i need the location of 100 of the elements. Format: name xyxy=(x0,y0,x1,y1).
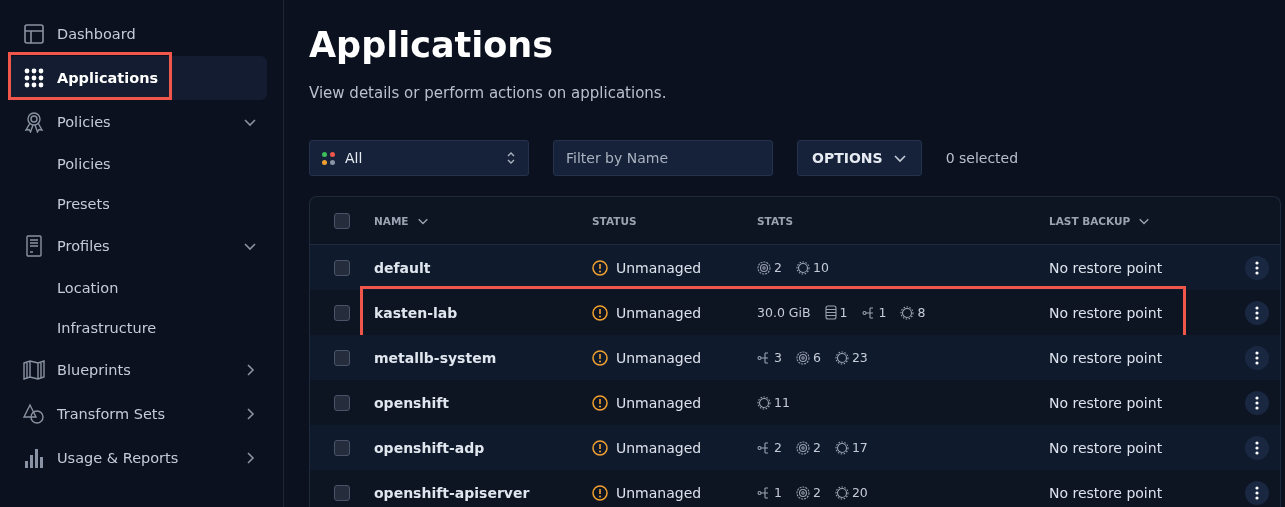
selection-count: 0 selected xyxy=(945,150,1019,166)
stat-count: 2 xyxy=(774,260,782,275)
column-header: STATS xyxy=(757,214,793,227)
stat-count: 10 xyxy=(812,260,829,275)
database-icon xyxy=(824,305,837,320)
more-menu-button[interactable] xyxy=(1245,300,1269,325)
tree-icon xyxy=(757,485,771,500)
status-text: Unmanaged xyxy=(616,484,702,501)
row-checkbox[interactable] xyxy=(334,349,350,366)
disk-icon xyxy=(795,440,810,455)
app-name[interactable]: openshift-apiserver xyxy=(374,485,530,501)
last-backup: No restore point xyxy=(1049,394,1164,411)
row-checkbox[interactable] xyxy=(334,259,350,276)
row-checkbox[interactable] xyxy=(334,394,350,411)
app-name[interactable]: openshift xyxy=(374,395,449,411)
more-menu-button[interactable] xyxy=(1245,480,1269,505)
warning-icon xyxy=(592,484,608,501)
dot-grid-icon xyxy=(22,67,46,89)
bar-chart-icon xyxy=(22,447,46,469)
name-filter-field[interactable]: Filter by Name xyxy=(553,140,773,176)
filter-dropdown[interactable]: All xyxy=(309,140,529,176)
layout-icon xyxy=(22,23,46,45)
page-subtitle: View details or perform actions on applications. xyxy=(309,84,668,102)
options-button[interactable]: OPTIONS xyxy=(797,140,922,176)
stat-count: 2 xyxy=(774,440,782,455)
stat-count: 20 xyxy=(851,485,868,500)
status-text: Unmanaged xyxy=(616,304,702,321)
vertical-dots-icon xyxy=(1255,440,1259,455)
app-name[interactable]: metallb-system xyxy=(374,350,497,366)
map-icon xyxy=(22,359,46,381)
stat-count: 23 xyxy=(851,350,868,365)
gear-icon xyxy=(834,440,849,455)
stat-count: 2 xyxy=(812,485,821,500)
warning-icon xyxy=(592,394,608,411)
stat-count: 6 xyxy=(812,350,821,365)
app-name[interactable]: openshift-adp xyxy=(374,440,485,456)
last-backup: No restore point xyxy=(1049,484,1164,501)
status-text: Unmanaged xyxy=(616,439,702,456)
ribbon-icon xyxy=(22,111,46,133)
vertical-dots-icon xyxy=(1255,485,1259,500)
warning-icon xyxy=(592,349,608,366)
status-text: Unmanaged xyxy=(616,394,702,411)
sidebar-item[interactable]: Dashboard xyxy=(8,12,267,56)
sidebar-item[interactable]: Usage & Reports xyxy=(8,436,267,480)
stat-count: 8 xyxy=(917,305,926,320)
stat-count: 1 xyxy=(878,305,887,320)
sidebar-item[interactable]: Policies xyxy=(8,100,267,144)
tree-icon xyxy=(861,305,876,320)
last-backup: No restore point xyxy=(1049,304,1164,321)
disk-icon xyxy=(795,485,810,500)
disk-icon xyxy=(757,260,771,275)
disk-icon xyxy=(795,350,810,365)
more-menu-button[interactable] xyxy=(1245,435,1269,460)
app-name[interactable]: kasten-lab xyxy=(374,305,458,321)
vertical-dots-icon xyxy=(1255,350,1259,365)
size-stat: 30.0 GiB xyxy=(757,305,811,320)
warning-icon xyxy=(592,259,608,276)
row-checkbox[interactable] xyxy=(334,439,350,456)
stat-count: 17 xyxy=(851,440,868,455)
sidebar-subitem[interactable]: Infrastructure xyxy=(57,316,157,340)
column-header[interactable]: LAST BACKUP xyxy=(1049,214,1131,227)
gear-icon xyxy=(900,305,915,320)
sidebar-item[interactable]: Profiles xyxy=(8,224,267,268)
row-checkbox[interactable] xyxy=(334,484,350,501)
app-name[interactable]: default xyxy=(374,260,431,276)
select-all-checkbox[interactable] xyxy=(334,212,350,229)
gear-icon xyxy=(795,260,810,275)
stat-count: 1 xyxy=(839,305,848,320)
last-backup: No restore point xyxy=(1049,349,1164,366)
stat-count: 3 xyxy=(774,350,782,365)
warning-icon xyxy=(592,439,608,456)
gear-icon xyxy=(757,395,771,410)
stat-count: 2 xyxy=(812,440,821,455)
stat-count: 1 xyxy=(774,485,782,500)
stat-count: 11 xyxy=(774,395,790,410)
page-title: Applications xyxy=(309,24,555,67)
more-menu-button[interactable] xyxy=(1245,255,1269,280)
sidebar-item[interactable]: Transform Sets xyxy=(8,392,267,436)
warning-icon xyxy=(592,304,608,321)
status-dots-icon xyxy=(322,151,335,165)
status-text: Unmanaged xyxy=(616,259,702,276)
sidebar-subitem[interactable]: Policies xyxy=(57,152,111,176)
last-backup: No restore point xyxy=(1049,439,1164,456)
more-menu-button[interactable] xyxy=(1245,345,1269,370)
row-checkbox[interactable] xyxy=(334,304,350,321)
sidebar-item[interactable]: Blueprints xyxy=(8,348,267,392)
sidebar-subitem[interactable]: Location xyxy=(57,276,119,300)
more-menu-button[interactable] xyxy=(1245,390,1269,415)
gear-icon xyxy=(834,485,849,500)
shapes-icon xyxy=(22,403,46,425)
vertical-dots-icon xyxy=(1255,305,1259,320)
gear-icon xyxy=(834,350,849,365)
up-down-caret-icon xyxy=(506,151,516,165)
tree-icon xyxy=(757,440,771,455)
tree-icon xyxy=(757,350,771,365)
column-header[interactable]: NAME xyxy=(374,214,409,227)
sidebar-subitem[interactable]: Presets xyxy=(57,192,110,216)
vertical-dots-icon xyxy=(1255,395,1259,410)
last-backup: No restore point xyxy=(1049,259,1164,276)
column-header: STATUS xyxy=(592,214,637,227)
